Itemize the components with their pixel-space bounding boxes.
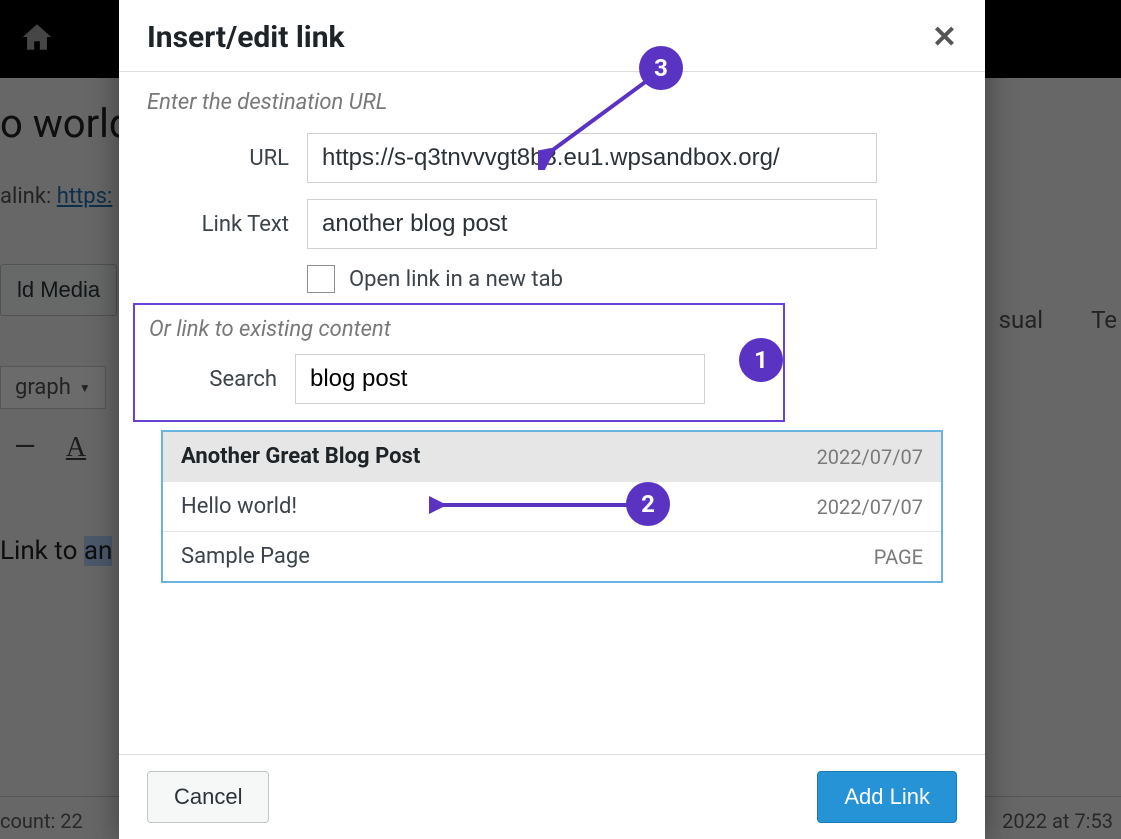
search-input[interactable] [295, 354, 705, 404]
existing-content-block: Or link to existing content Search [133, 303, 785, 422]
modal-title: Insert/edit link [147, 20, 345, 55]
result-title: Another Great Blog Post [181, 444, 420, 469]
search-results: Another Great Blog Post 2022/07/07 Hello… [161, 430, 943, 583]
close-button[interactable]: ✕ [932, 23, 957, 53]
close-icon: ✕ [932, 20, 957, 55]
result-title: Sample Page [181, 544, 310, 569]
modal-body: Enter the destination URL URL Link Text … [119, 72, 985, 754]
url-row: URL [147, 133, 957, 183]
result-meta: 2022/07/07 [817, 495, 923, 519]
linktext-input[interactable] [307, 199, 877, 249]
url-label: URL [147, 146, 307, 171]
newtab-row: Open link in a new tab [307, 265, 957, 293]
search-label: Search [149, 367, 295, 392]
add-link-button[interactable]: Add Link [817, 771, 957, 823]
newtab-checkbox[interactable] [307, 265, 335, 293]
result-meta: PAGE [874, 545, 923, 569]
linktext-label: Link Text [147, 212, 307, 237]
destination-section-label: Enter the destination URL [147, 90, 957, 115]
result-item[interactable]: Hello world! 2022/07/07 [163, 482, 941, 532]
result-item[interactable]: Sample Page PAGE [163, 532, 941, 581]
newtab-label: Open link in a new tab [349, 267, 563, 292]
insert-link-modal: Insert/edit link ✕ Enter the destination… [119, 0, 985, 839]
modal-footer: Cancel Add Link [119, 754, 985, 839]
result-item[interactable]: Another Great Blog Post 2022/07/07 [163, 432, 941, 482]
annotation-badge-3: 3 [639, 46, 683, 90]
result-meta: 2022/07/07 [817, 445, 923, 469]
result-title: Hello world! [181, 494, 297, 519]
existing-section-label: Or link to existing content [149, 317, 767, 342]
url-input[interactable] [307, 133, 877, 183]
annotation-badge-1: 1 [739, 338, 783, 382]
cancel-button[interactable]: Cancel [147, 771, 269, 823]
linktext-row: Link Text [147, 199, 957, 249]
search-row: Search [149, 354, 767, 404]
modal-header: Insert/edit link ✕ [119, 0, 985, 72]
annotation-badge-2: 2 [626, 482, 670, 526]
